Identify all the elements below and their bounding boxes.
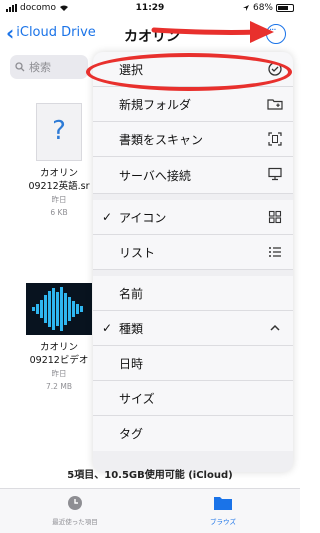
battery-percent: 68% xyxy=(252,3,273,13)
file-item[interactable]: ? カオリン 09212英語.sr 昨日 6 KB xyxy=(18,103,100,219)
annotation-arrow-icon xyxy=(151,21,274,43)
menu-item-label: 種類 xyxy=(119,321,144,336)
file-size: 7.2 MB xyxy=(46,382,72,391)
back-button[interactable]: ‹ iCloud Drive xyxy=(6,20,96,45)
menu-item-sort-date[interactable]: 日時 xyxy=(93,346,293,381)
tab-label: 最近使った項目 xyxy=(52,518,98,526)
file-date: 昨日 xyxy=(51,195,67,204)
menu-item-label: 日時 xyxy=(119,356,144,371)
menu-item-label: 書類をスキャン xyxy=(119,132,204,147)
menu-item-label: 名前 xyxy=(119,286,144,301)
audio-waveform-thumbnail xyxy=(26,283,92,335)
file-name-line2: 09212英語.sr xyxy=(28,181,90,192)
checkmark-icon: ✓ xyxy=(102,321,113,335)
menu-item-label: サーバへ接続 xyxy=(119,168,191,183)
search-icon xyxy=(15,62,25,72)
menu-item-label: 新規フォルダ xyxy=(119,97,192,112)
file-date: 昨日 xyxy=(51,369,67,378)
file-name-line2: 09212ビデオ xyxy=(29,355,89,366)
menu-item-label: アイコン xyxy=(119,210,167,225)
clock-icon xyxy=(68,496,82,510)
folder-icon xyxy=(214,497,232,510)
location-icon xyxy=(242,5,249,11)
tab-recents[interactable]: 最近使った項目 xyxy=(30,495,120,526)
search-placeholder: 検索 xyxy=(29,61,51,74)
grid-icon xyxy=(268,210,282,224)
menu-item-sort-tags[interactable]: タグ xyxy=(93,416,293,451)
menu-item-label: タグ xyxy=(119,427,144,441)
tab-bar: 最近使った項目 ブラウズ xyxy=(0,488,300,533)
menu-item-sort-name[interactable]: 名前 xyxy=(93,276,293,311)
item-count-label: 5項目、10.5GB使用可能 (iCloud) xyxy=(67,470,233,481)
menu-item-sort-kind[interactable]: ✓ 種類 xyxy=(93,311,293,346)
search-field[interactable]: 検索 xyxy=(10,55,88,79)
chevron-left-icon: ‹ xyxy=(6,20,15,45)
annotation-ellipse xyxy=(86,53,292,91)
unknown-file-icon: ? xyxy=(36,103,82,161)
file-name-line1: カオリン xyxy=(39,342,78,353)
status-bar: docomo 11:29 68% xyxy=(0,0,300,18)
scan-icon xyxy=(268,132,282,146)
tab-browse[interactable]: ブラウズ xyxy=(178,495,268,526)
tab-label: ブラウズ xyxy=(210,518,236,526)
checkmark-icon: ✓ xyxy=(102,210,113,224)
menu-item-scan-document[interactable]: 書類をスキャン xyxy=(93,122,293,157)
folder-plus-icon xyxy=(267,99,283,110)
menu-item-list-view[interactable]: リスト xyxy=(93,235,293,270)
menu-item-connect-server[interactable]: サーバへ接続 xyxy=(93,157,293,194)
battery-icon xyxy=(276,4,294,12)
list-icon xyxy=(269,247,281,257)
menu-item-label: サイズ xyxy=(119,391,155,406)
menu-item-new-folder[interactable]: 新規フォルダ xyxy=(93,87,293,122)
status-right: 68% xyxy=(242,3,294,13)
menu-item-icons-view[interactable]: ✓ アイコン xyxy=(93,200,293,235)
monitor-icon xyxy=(268,167,282,181)
file-name-line1: カオリン xyxy=(39,168,78,179)
menu-item-sort-size[interactable]: サイズ xyxy=(93,381,293,416)
back-label: iCloud Drive xyxy=(16,25,96,40)
file-item[interactable]: カオリン 09212ビデオ 昨日 7.2 MB xyxy=(18,283,100,393)
options-menu: 選択 新規フォルダ 書類をスキャン サーバへ接続 ✓ アイコン リスト 名前 ✓… xyxy=(93,52,293,472)
chevron-up-icon xyxy=(270,324,280,331)
menu-item-label: リスト xyxy=(119,245,156,260)
file-size: 6 KB xyxy=(50,208,68,217)
